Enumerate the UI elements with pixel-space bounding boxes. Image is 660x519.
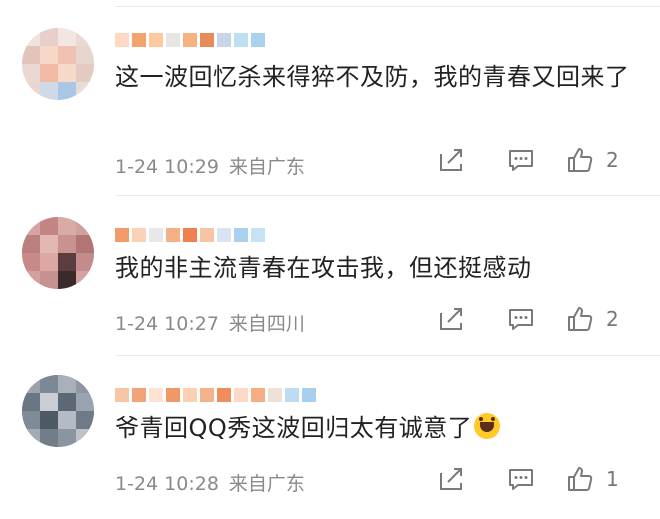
username-mosaic-block — [149, 33, 163, 47]
avatar[interactable] — [22, 28, 94, 100]
username-mosaic-block — [234, 388, 248, 402]
comment-text: 我的非主流青春在攻击我，但还挺感动 — [115, 254, 532, 282]
username-pixelated[interactable] — [115, 225, 268, 245]
username-mosaic-block — [251, 228, 265, 242]
comment-item: 爷青回QQ秀这波回归太有诚意了 1-24 10:28 来自广东 1 — [0, 355, 660, 519]
avatar[interactable] — [22, 375, 94, 447]
username-mosaic-block — [115, 388, 129, 402]
username-mosaic-block — [132, 388, 146, 402]
username-mosaic-block — [217, 388, 231, 402]
username-mosaic-block — [302, 388, 316, 402]
comment-button[interactable] — [486, 146, 556, 174]
username-mosaic-block — [166, 388, 180, 402]
username-mosaic-block — [115, 33, 129, 47]
username-mosaic-block — [115, 228, 129, 242]
laughing-emoji-icon — [474, 413, 501, 439]
comment-time: 1-24 10:28 — [115, 473, 219, 495]
share-icon — [440, 308, 462, 330]
comment-time: 1-24 10:29 — [115, 156, 219, 178]
username-mosaic-block — [234, 228, 248, 242]
share-icon — [440, 149, 462, 171]
like-button[interactable]: 1 — [566, 465, 640, 493]
username-mosaic-block — [251, 33, 265, 47]
username-mosaic-block — [200, 388, 214, 402]
username-mosaic-block — [166, 228, 180, 242]
username-mosaic-block — [200, 33, 214, 47]
comment-actions: 2 — [416, 305, 640, 333]
like-count: 1 — [606, 467, 619, 491]
username-mosaic-block — [251, 388, 265, 402]
comment-source: 来自四川 — [228, 313, 305, 335]
like-button[interactable]: 2 — [566, 305, 640, 333]
username-mosaic-block — [166, 33, 180, 47]
username-mosaic-block — [234, 33, 248, 47]
share-icon — [440, 468, 462, 490]
username-mosaic-block — [268, 388, 282, 402]
like-count: 2 — [606, 148, 619, 172]
username-pixelated[interactable] — [115, 385, 319, 405]
comment-meta: 1-24 10:28 来自广东 — [115, 469, 305, 496]
comment-icon — [509, 469, 533, 490]
comment-source: 来自广东 — [228, 156, 305, 178]
thumbs-up-icon — [568, 467, 593, 491]
comment-meta: 1-24 10:29 来自广东 — [115, 152, 305, 179]
comment-item: 这一波回忆杀来得猝不及防，我的青春又回来了 1-24 10:29 来自广东 2 — [0, 0, 660, 195]
username-mosaic-block — [183, 33, 197, 47]
comment-actions: 1 — [416, 465, 640, 493]
username-mosaic-block — [183, 228, 197, 242]
comment-time: 1-24 10:27 — [115, 313, 219, 335]
comment-actions: 2 — [416, 146, 640, 174]
comment-icon — [509, 150, 533, 171]
username-mosaic-block — [132, 33, 146, 47]
comment-source: 来自广东 — [228, 473, 305, 495]
username-pixelated[interactable] — [115, 30, 268, 50]
thumbs-up-icon — [568, 307, 593, 331]
comment-text: 这一波回忆杀来得猝不及防，我的青春又回来了 — [115, 63, 630, 91]
comment-item: 我的非主流青春在攻击我，但还挺感动 1-24 10:27 来自四川 2 — [0, 195, 660, 355]
username-mosaic-block — [149, 228, 163, 242]
comment-meta: 1-24 10:27 来自四川 — [115, 309, 305, 336]
username-mosaic-block — [132, 228, 146, 242]
thumbs-up-icon — [568, 148, 593, 172]
like-count: 2 — [606, 307, 619, 331]
username-mosaic-block — [217, 228, 231, 242]
share-button[interactable] — [416, 146, 486, 174]
comment-text: 爷青回QQ秀这波回归太有诚意了 — [115, 411, 635, 445]
share-button[interactable] — [416, 465, 486, 493]
share-button[interactable] — [416, 305, 486, 333]
comment-button[interactable] — [486, 465, 556, 493]
comment-icon — [509, 309, 533, 330]
username-mosaic-block — [285, 388, 299, 402]
comment-button[interactable] — [486, 305, 556, 333]
username-mosaic-block — [200, 228, 214, 242]
avatar[interactable] — [22, 217, 94, 289]
username-mosaic-block — [183, 388, 197, 402]
like-button[interactable]: 2 — [566, 146, 640, 174]
username-mosaic-block — [217, 33, 231, 47]
username-mosaic-block — [149, 388, 163, 402]
